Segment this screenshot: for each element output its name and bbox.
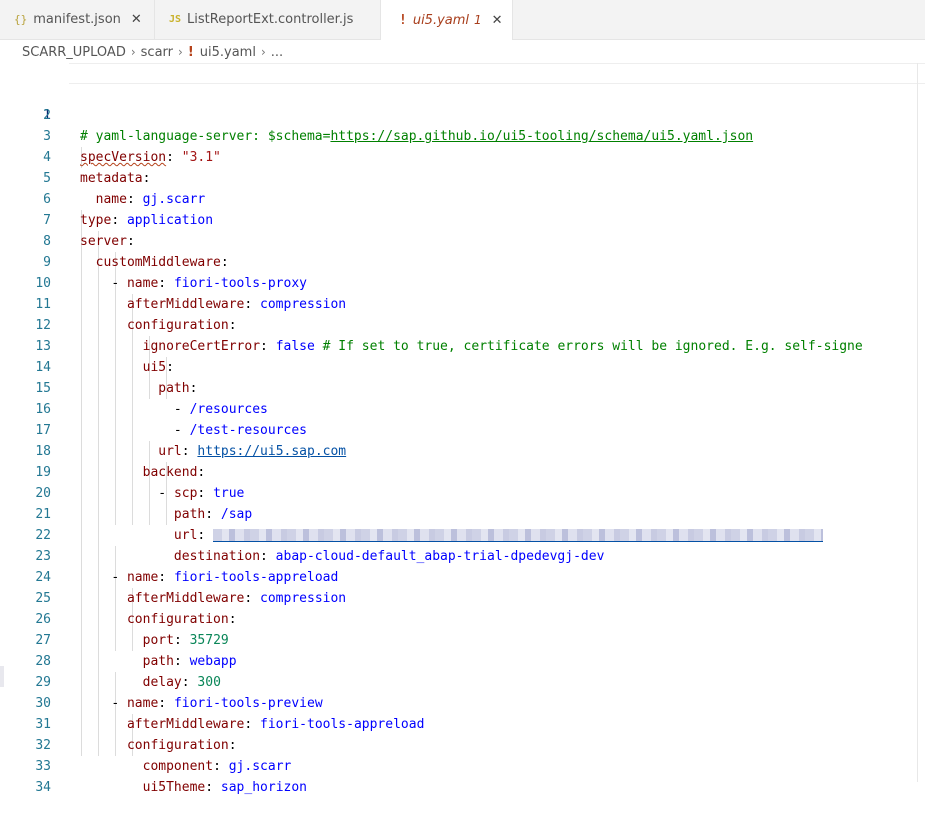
code-line: 19 - scp: true (0, 441, 925, 501)
tab-manifest-json[interactable]: {} manifest.json ✕ (0, 0, 155, 39)
code-line: 13 ui5: (0, 315, 925, 375)
tab-label: ListReportExt.controller.js (187, 12, 354, 27)
line-number: 34 (35, 780, 51, 795)
yaml-warning-icon: ! (399, 12, 407, 28)
code-line: 5 name: gj.scarr (0, 147, 925, 207)
code-line: 26 port: 35729 (0, 588, 925, 648)
code-line: 8 customMiddleware: (0, 210, 925, 270)
code-line: 18 backend: (0, 420, 925, 480)
code-line: 11 configuration: (0, 273, 925, 333)
json-file-icon: {} (14, 13, 28, 26)
code-line: 27 path: webapp (0, 609, 925, 669)
problem-count-badge: 1 (474, 13, 482, 27)
code-line: 24 afterMiddleware: compression (0, 546, 925, 606)
gutter-marker (0, 666, 4, 687)
code-line: 22 destination: abap-cloud-default_abap-… (0, 504, 925, 564)
tab-label: manifest.json (33, 12, 121, 27)
code-line: 25 configuration: (0, 567, 925, 627)
code-line: 2 (0, 84, 925, 123)
code-line: 20 path: /sap (0, 462, 925, 522)
chevron-right-icon: › (130, 45, 136, 59)
yaml-key: ui5Theme (142, 780, 206, 795)
breadcrumb-root[interactable]: SCARR_UPLOAD (22, 45, 126, 60)
tab-label: ui5.yaml (412, 12, 470, 28)
code-line: 1 # yaml-language-server: $schema=https:… (0, 63, 925, 144)
code-line: 12 ignoreCertError: false # If set to tr… (0, 294, 925, 354)
yaml-warning-icon: ! (187, 44, 194, 60)
breadcrumb-more[interactable]: ... (271, 45, 283, 60)
editor-ruler (917, 63, 918, 782)
code-line: 15 - /resources (0, 357, 925, 417)
code-editor[interactable]: 1 # yaml-language-server: $schema=https:… (0, 63, 925, 795)
code-line: 34 (0, 756, 925, 795)
tab-list-report-ext-controller[interactable]: JS ListReportExt.controller.js (155, 0, 381, 39)
code-line: 7 server: (0, 189, 925, 249)
code-line: 21 url: (0, 483, 925, 543)
code-line: 9 - name: fiori-tools-proxy (0, 231, 925, 291)
breadcrumb-file[interactable]: ui5.yaml (200, 45, 256, 60)
code-line: 10 afterMiddleware: compression (0, 252, 925, 312)
code-line: 3 specVersion: "3.1" (0, 105, 925, 165)
code-line: 14 path: (0, 336, 925, 396)
breadcrumb-folder[interactable]: scarr (141, 45, 173, 60)
code-line: 32 component: gj.scarr (0, 714, 925, 774)
chevron-right-icon: › (260, 45, 266, 59)
breadcrumb: SCARR_UPLOAD › scarr › ! ui5.yaml › ... (22, 40, 283, 64)
code-line: 33 ui5Theme: sap_horizon (0, 735, 925, 795)
code-line: 30 afterMiddleware: fiori-tools-appreloa… (0, 672, 925, 732)
code-line: 31 configuration: (0, 693, 925, 753)
editor-tab-bar: {} manifest.json ✕ JS ListReportExt.cont… (0, 0, 925, 40)
code-line: 28 delay: 300 (0, 630, 925, 690)
close-icon[interactable]: ✕ (131, 12, 142, 27)
code-line: 23 - name: fiori-tools-appreload (0, 525, 925, 585)
current-line-highlight (69, 63, 925, 84)
js-file-icon: JS (169, 14, 182, 25)
chevron-right-icon: › (178, 45, 183, 59)
code-line: 29 - name: fiori-tools-preview (0, 651, 925, 711)
close-icon[interactable]: ✕ (492, 13, 503, 28)
code-line: 4 metadata: (0, 126, 925, 186)
code-line: 6 type: application (0, 168, 925, 228)
code-line: 17 url: https://ui5.sap.com (0, 399, 925, 459)
yaml-value: sap_horizon (220, 780, 307, 795)
code-line: 16 - /test-resources (0, 378, 925, 438)
tab-ui5-yaml[interactable]: ! ui5.yaml 1 ✕ (381, 0, 513, 40)
